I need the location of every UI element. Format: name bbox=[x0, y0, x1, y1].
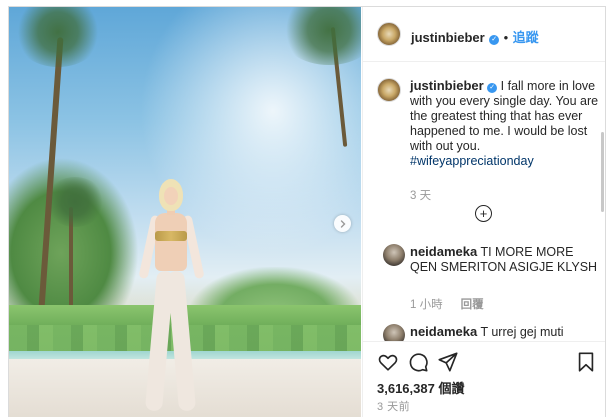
comment-bubble-icon[interactable] bbox=[407, 351, 429, 373]
verified-badge-icon: ✓ bbox=[487, 83, 498, 93]
comment-text: T urrej gej muti bbox=[480, 325, 564, 339]
palm-fronds bbox=[13, 7, 103, 67]
person-torso bbox=[155, 213, 187, 271]
caption-time[interactable]: 3 天 bbox=[410, 187, 431, 203]
comment-text-block: neidameka TI MORE MORE QEN SMERITON ASIG… bbox=[410, 244, 600, 275]
post-actions: 3,616,387 個讚 3 天前 bbox=[363, 341, 605, 417]
header-user: justinbieber ✓ • 追蹤 bbox=[411, 27, 539, 47]
person-pants bbox=[144, 270, 197, 412]
author-username[interactable]: justinbieber bbox=[411, 30, 485, 45]
plus-circle-icon[interactable]: + bbox=[475, 205, 492, 222]
verified-badge-icon: ✓ bbox=[489, 35, 500, 45]
person-face bbox=[164, 187, 178, 205]
comment-avatar[interactable] bbox=[383, 244, 405, 266]
person-leg bbox=[166, 270, 197, 412]
likes-label: 個讚 bbox=[438, 381, 465, 396]
caption-author-avatar[interactable] bbox=[377, 78, 401, 102]
comment-username[interactable]: neidameka bbox=[410, 324, 477, 339]
author-avatar[interactable] bbox=[377, 22, 401, 46]
likes-number: 3,616,387 bbox=[377, 381, 435, 396]
bookmark-icon[interactable] bbox=[575, 351, 597, 373]
post-timestamp[interactable]: 3 天前 bbox=[377, 398, 410, 414]
header-separator: • bbox=[503, 30, 509, 45]
comment-text-block: neidameka T urrej gej muti bbox=[410, 324, 600, 340]
palm-fronds bbox=[45, 177, 105, 227]
heart-icon[interactable] bbox=[377, 351, 399, 373]
next-photo-button[interactable] bbox=[334, 215, 351, 232]
comment-username[interactable]: neidameka bbox=[410, 244, 477, 259]
comment-meta: 1 小時 回覆 bbox=[410, 296, 484, 312]
post-photo[interactable] bbox=[9, 7, 361, 417]
comment-time[interactable]: 1 小時 bbox=[410, 299, 443, 311]
caption-hashtag[interactable]: #wifeyappreciationday bbox=[410, 154, 534, 168]
post-side-panel: justinbieber ✓ • 追蹤 justinbieber ✓ I fal… bbox=[362, 7, 605, 417]
comments-scrollbar[interactable] bbox=[601, 132, 604, 212]
chevron-right-icon bbox=[340, 219, 345, 228]
comments-scroll-area[interactable]: justinbieber ✓ I fall more in love with … bbox=[363, 62, 605, 341]
paper-plane-icon[interactable] bbox=[437, 351, 459, 373]
comment-avatar[interactable] bbox=[383, 324, 405, 341]
caption-username[interactable]: justinbieber bbox=[410, 78, 484, 93]
post-header: justinbieber ✓ • 追蹤 bbox=[363, 7, 605, 62]
post-dialog: justinbieber ✓ • 追蹤 justinbieber ✓ I fal… bbox=[8, 6, 606, 417]
likes-count[interactable]: 3,616,387 個讚 bbox=[377, 378, 464, 397]
person-top bbox=[155, 231, 187, 241]
reply-button[interactable]: 回覆 bbox=[461, 299, 484, 311]
follow-button[interactable]: 追蹤 bbox=[513, 30, 539, 45]
photo-person bbox=[127, 179, 217, 417]
caption-text-block: justinbieber ✓ I fall more in love with … bbox=[410, 78, 600, 169]
